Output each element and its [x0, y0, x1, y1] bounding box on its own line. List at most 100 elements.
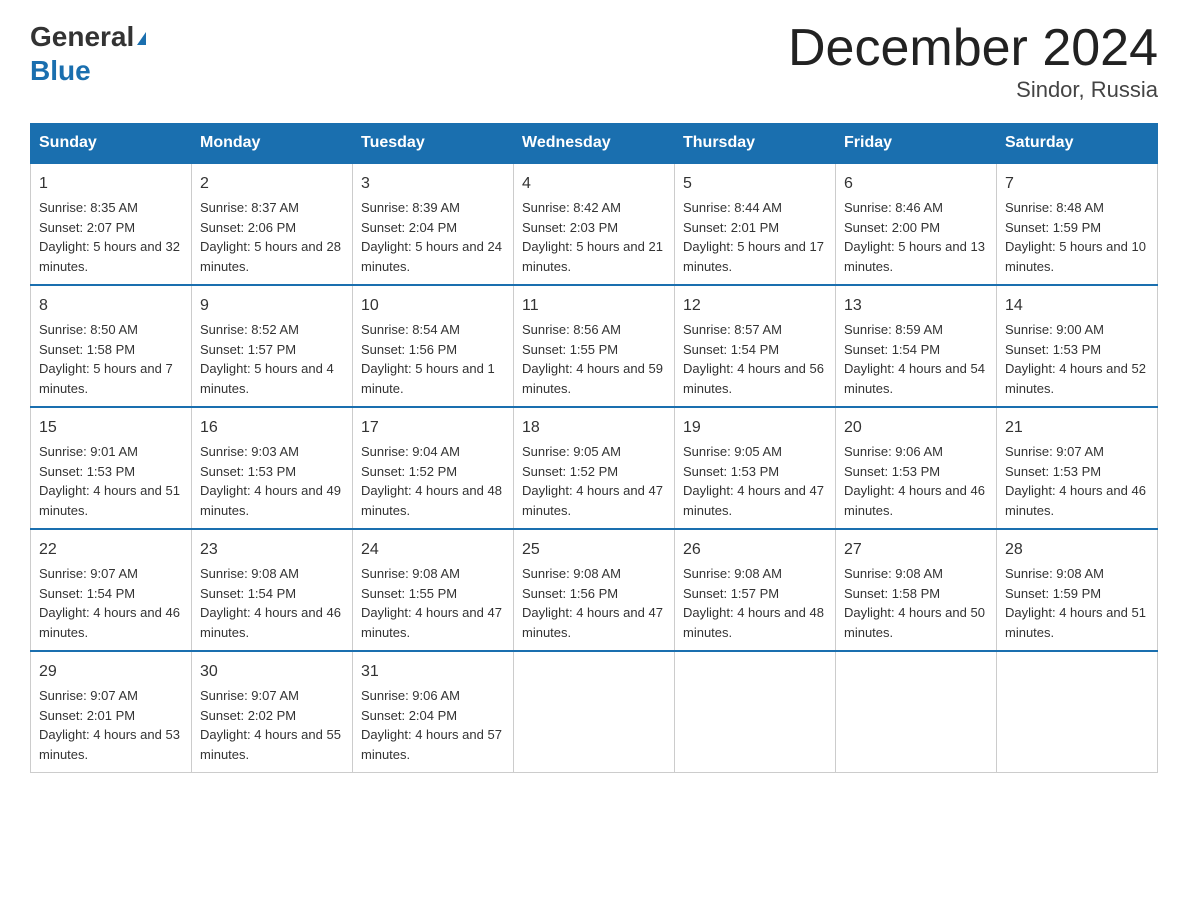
day-number: 19 — [683, 416, 827, 440]
calendar-cell — [514, 651, 675, 773]
day-info: Sunrise: 8:56 AMSunset: 1:55 PMDaylight:… — [522, 322, 663, 396]
calendar-cell: 23 Sunrise: 9:08 AMSunset: 1:54 PMDayligh… — [192, 529, 353, 651]
day-info: Sunrise: 8:57 AMSunset: 1:54 PMDaylight:… — [683, 322, 824, 396]
day-number: 20 — [844, 416, 988, 440]
col-tuesday: Tuesday — [353, 124, 514, 164]
day-info: Sunrise: 8:46 AMSunset: 2:00 PMDaylight:… — [844, 200, 985, 274]
calendar-cell: 6 Sunrise: 8:46 AMSunset: 2:00 PMDaylight… — [836, 163, 997, 285]
col-thursday: Thursday — [675, 124, 836, 164]
day-number: 31 — [361, 660, 505, 684]
day-number: 17 — [361, 416, 505, 440]
day-number: 3 — [361, 172, 505, 196]
day-info: Sunrise: 9:00 AMSunset: 1:53 PMDaylight:… — [1005, 322, 1146, 396]
day-info: Sunrise: 8:54 AMSunset: 1:56 PMDaylight:… — [361, 322, 495, 396]
day-number: 6 — [844, 172, 988, 196]
day-number: 23 — [200, 538, 344, 562]
calendar-cell: 30 Sunrise: 9:07 AMSunset: 2:02 PMDayligh… — [192, 651, 353, 773]
calendar-header-row: Sunday Monday Tuesday Wednesday Thursday… — [31, 124, 1158, 164]
day-info: Sunrise: 8:59 AMSunset: 1:54 PMDaylight:… — [844, 322, 985, 396]
day-info: Sunrise: 9:06 AMSunset: 2:04 PMDaylight:… — [361, 688, 502, 762]
day-info: Sunrise: 9:08 AMSunset: 1:59 PMDaylight:… — [1005, 566, 1146, 640]
day-info: Sunrise: 9:05 AMSunset: 1:53 PMDaylight:… — [683, 444, 824, 518]
day-info: Sunrise: 8:39 AMSunset: 2:04 PMDaylight:… — [361, 200, 502, 274]
day-number: 2 — [200, 172, 344, 196]
day-info: Sunrise: 9:07 AMSunset: 2:01 PMDaylight:… — [39, 688, 180, 762]
page-subtitle: Sindor, Russia — [788, 77, 1158, 103]
day-info: Sunrise: 9:07 AMSunset: 1:54 PMDaylight:… — [39, 566, 180, 640]
day-number: 4 — [522, 172, 666, 196]
day-number: 26 — [683, 538, 827, 562]
day-info: Sunrise: 9:06 AMSunset: 1:53 PMDaylight:… — [844, 444, 985, 518]
day-info: Sunrise: 9:07 AMSunset: 1:53 PMDaylight:… — [1005, 444, 1146, 518]
day-number: 22 — [39, 538, 183, 562]
calendar-cell: 21 Sunrise: 9:07 AMSunset: 1:53 PMDayligh… — [997, 407, 1158, 529]
page-title: December 2024 — [788, 20, 1158, 77]
day-number: 30 — [200, 660, 344, 684]
day-number: 15 — [39, 416, 183, 440]
calendar-cell: 24 Sunrise: 9:08 AMSunset: 1:55 PMDayligh… — [353, 529, 514, 651]
day-number: 21 — [1005, 416, 1149, 440]
calendar-week-1: 1 Sunrise: 8:35 AMSunset: 2:07 PMDaylight… — [31, 163, 1158, 285]
calendar-cell: 5 Sunrise: 8:44 AMSunset: 2:01 PMDaylight… — [675, 163, 836, 285]
calendar-week-3: 15 Sunrise: 9:01 AMSunset: 1:53 PMDayligh… — [31, 407, 1158, 529]
calendar-cell: 9Sunrise: 8:52 AMSunset: 1:57 PMDaylight… — [192, 285, 353, 407]
day-info: Sunrise: 9:08 AMSunset: 1:55 PMDaylight:… — [361, 566, 502, 640]
day-number: 29 — [39, 660, 183, 684]
calendar-table: Sunday Monday Tuesday Wednesday Thursday… — [30, 123, 1158, 773]
day-number: 10 — [361, 294, 505, 318]
calendar-cell: 20 Sunrise: 9:06 AMSunset: 1:53 PMDayligh… — [836, 407, 997, 529]
col-friday: Friday — [836, 124, 997, 164]
calendar-cell: 10 Sunrise: 8:54 AMSunset: 1:56 PMDayligh… — [353, 285, 514, 407]
calendar-cell: 18 Sunrise: 9:05 AMSunset: 1:52 PMDayligh… — [514, 407, 675, 529]
day-info: Sunrise: 9:01 AMSunset: 1:53 PMDaylight:… — [39, 444, 180, 518]
logo-general: General — [30, 21, 134, 52]
day-number: 25 — [522, 538, 666, 562]
page-header: General Blue December 2024 Sindor, Russi… — [30, 20, 1158, 103]
calendar-cell: 4Sunrise: 8:42 AMSunset: 2:03 PMDaylight… — [514, 163, 675, 285]
calendar-week-4: 22 Sunrise: 9:07 AMSunset: 1:54 PMDayligh… — [31, 529, 1158, 651]
calendar-cell: 17 Sunrise: 9:04 AMSunset: 1:52 PMDayligh… — [353, 407, 514, 529]
day-info: Sunrise: 8:44 AMSunset: 2:01 PMDaylight:… — [683, 200, 824, 274]
day-number: 5 — [683, 172, 827, 196]
day-number: 24 — [361, 538, 505, 562]
calendar-cell: 2Sunrise: 8:37 AMSunset: 2:06 PMDaylight… — [192, 163, 353, 285]
calendar-cell — [836, 651, 997, 773]
calendar-cell: 19 Sunrise: 9:05 AMSunset: 1:53 PMDayligh… — [675, 407, 836, 529]
col-sunday: Sunday — [31, 124, 192, 164]
col-wednesday: Wednesday — [514, 124, 675, 164]
calendar-cell: 7Sunrise: 8:48 AMSunset: 1:59 PMDaylight… — [997, 163, 1158, 285]
day-info: Sunrise: 9:08 AMSunset: 1:56 PMDaylight:… — [522, 566, 663, 640]
calendar-cell: 26 Sunrise: 9:08 AMSunset: 1:57 PMDayligh… — [675, 529, 836, 651]
day-number: 7 — [1005, 172, 1149, 196]
calendar-cell: 29 Sunrise: 9:07 AMSunset: 2:01 PMDayligh… — [31, 651, 192, 773]
logo: General Blue — [30, 20, 146, 87]
day-info: Sunrise: 9:08 AMSunset: 1:58 PMDaylight:… — [844, 566, 985, 640]
calendar-cell: 1 Sunrise: 8:35 AMSunset: 2:07 PMDaylight… — [31, 163, 192, 285]
calendar-cell: 27 Sunrise: 9:08 AMSunset: 1:58 PMDayligh… — [836, 529, 997, 651]
title-block: December 2024 Sindor, Russia — [788, 20, 1158, 103]
day-number: 9 — [200, 294, 344, 318]
day-info: Sunrise: 9:05 AMSunset: 1:52 PMDaylight:… — [522, 444, 663, 518]
day-number: 13 — [844, 294, 988, 318]
day-number: 14 — [1005, 294, 1149, 318]
day-info: Sunrise: 9:07 AMSunset: 2:02 PMDaylight:… — [200, 688, 341, 762]
calendar-cell: 25 Sunrise: 9:08 AMSunset: 1:56 PMDayligh… — [514, 529, 675, 651]
day-number: 1 — [39, 172, 183, 196]
calendar-cell: 3 Sunrise: 8:39 AMSunset: 2:04 PMDaylight… — [353, 163, 514, 285]
day-number: 16 — [200, 416, 344, 440]
calendar-cell: 22 Sunrise: 9:07 AMSunset: 1:54 PMDayligh… — [31, 529, 192, 651]
day-number: 18 — [522, 416, 666, 440]
calendar-cell: 16 Sunrise: 9:03 AMSunset: 1:53 PMDayligh… — [192, 407, 353, 529]
day-info: Sunrise: 8:35 AMSunset: 2:07 PMDaylight:… — [39, 200, 180, 274]
day-info: Sunrise: 9:08 AMSunset: 1:57 PMDaylight:… — [683, 566, 824, 640]
day-info: Sunrise: 9:04 AMSunset: 1:52 PMDaylight:… — [361, 444, 502, 518]
day-info: Sunrise: 9:03 AMSunset: 1:53 PMDaylight:… — [200, 444, 341, 518]
col-monday: Monday — [192, 124, 353, 164]
day-info: Sunrise: 9:08 AMSunset: 1:54 PMDaylight:… — [200, 566, 341, 640]
calendar-cell: 13 Sunrise: 8:59 AMSunset: 1:54 PMDayligh… — [836, 285, 997, 407]
calendar-cell: 31 Sunrise: 9:06 AMSunset: 2:04 PMDayligh… — [353, 651, 514, 773]
day-number: 27 — [844, 538, 988, 562]
calendar-week-2: 8Sunrise: 8:50 AMSunset: 1:58 PMDaylight… — [31, 285, 1158, 407]
calendar-week-5: 29 Sunrise: 9:07 AMSunset: 2:01 PMDayligh… — [31, 651, 1158, 773]
calendar-cell: 15 Sunrise: 9:01 AMSunset: 1:53 PMDayligh… — [31, 407, 192, 529]
